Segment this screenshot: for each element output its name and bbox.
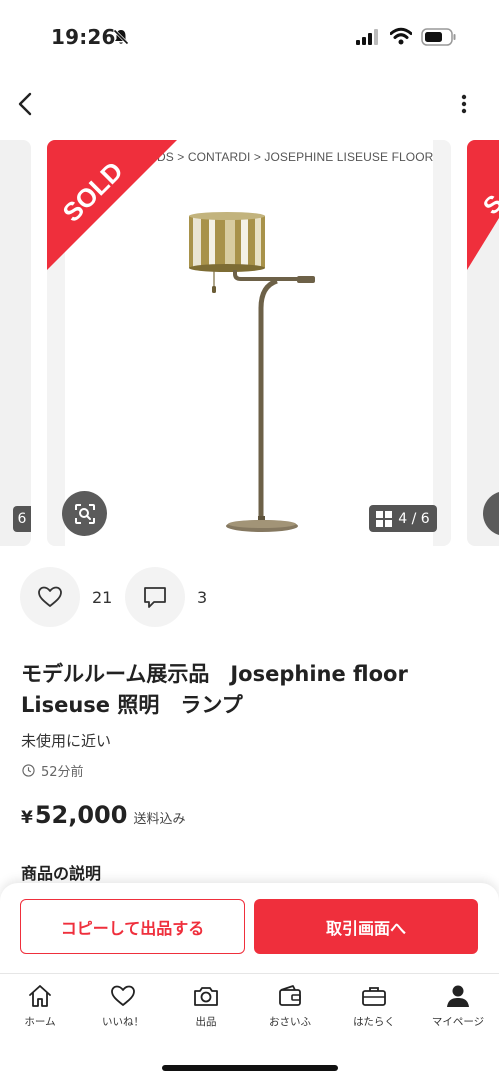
tab-sell-label: 出品 [195,1016,217,1028]
image-counter-text: 4 / 6 [398,510,430,527]
image-carousel[interactable]: 6 DS > CONTARDI > JOSEPHINE LISEUSE FLOO… [0,140,499,546]
signal-icon [356,29,378,45]
main-product-image[interactable]: DS > CONTARDI > JOSEPHINE LISEUSE FLOOR … [47,140,451,546]
comment-button[interactable] [125,567,185,627]
tab-work[interactable]: はたらく [334,982,414,1034]
tab-home[interactable]: ホーム [0,982,80,1034]
posted-time-row: 52分前 [22,761,84,780]
tab-likes-label: いいね！ [102,1016,144,1028]
tab-likes[interactable]: いいね！ [83,982,163,1034]
like-count: 21 [92,588,113,607]
status-bar: 19:26 [0,0,499,76]
photo-breadcrumb-text: DS > CONTARDI > JOSEPHINE LISEUSE FLOOR [157,150,434,164]
clock-icon [22,764,35,777]
briefcase-icon [362,987,386,1006]
price-currency: ¥ [21,808,33,828]
tab-wallet-label: おさいふ [269,1016,311,1028]
price-row: ¥ 52,000 送料込み [21,801,185,829]
like-button[interactable] [20,567,80,627]
next-sold-ribbon: S [467,140,499,270]
wallet-icon [279,985,301,1006]
tab-sell[interactable]: 出品 [166,982,246,1034]
status-time: 19:26 [51,25,116,49]
tab-mypage[interactable]: マイページ [418,982,498,1034]
home-indicator [162,1065,338,1071]
shipping-note: 送料込み [133,812,186,827]
previous-image-peek[interactable]: 6 [0,140,31,546]
comment-count: 3 [197,588,208,607]
go-to-transaction-button[interactable]: 取引画面へ [254,899,478,954]
battery-icon [421,28,456,46]
next-image-zoom-button [483,491,499,536]
tab-work-label: はたらく [353,1016,395,1028]
image-counter[interactable]: 4 / 6 [369,505,437,532]
description-heading: 商品の説明 [21,864,102,883]
wifi-icon [390,27,412,45]
image-zoom-button[interactable] [62,491,107,536]
tab-bar: ホーム いいね！ 出品 おさいふ はたらく マイページ [0,973,499,1080]
heart-icon [111,985,135,1006]
item-title: モデルルーム展示品 Josephine floor Liseuse 照明 ランプ [21,662,408,717]
bell-muted-icon [113,29,129,45]
more-vertical-icon[interactable] [452,90,476,118]
tab-wallet[interactable]: おさいふ [250,982,330,1034]
posted-time: 52分前 [41,765,84,780]
price-value: 52,000 [34,801,128,829]
person-icon [447,985,469,1007]
copy-listing-button[interactable]: コピーして出品する [20,899,245,954]
tab-mypage-label: マイページ [431,1016,485,1028]
camera-icon [194,987,218,1006]
grid-icon [376,510,393,527]
next-image-peek[interactable]: S [467,140,499,546]
back-chevron-icon[interactable] [12,86,40,122]
home-icon [29,985,51,1007]
nav-bar [0,80,499,128]
bottom-action-panel: コピーして出品する 取引画面へ [0,883,499,973]
comment-icon [144,587,166,608]
scan-zoom-icon [74,503,95,524]
sold-ribbon: SOLD [47,140,177,270]
tab-home-label: ホーム [24,1016,56,1028]
item-condition: 未使用に近い [21,732,112,750]
heart-icon [38,586,62,607]
previous-image-counter: 6 [13,506,31,532]
